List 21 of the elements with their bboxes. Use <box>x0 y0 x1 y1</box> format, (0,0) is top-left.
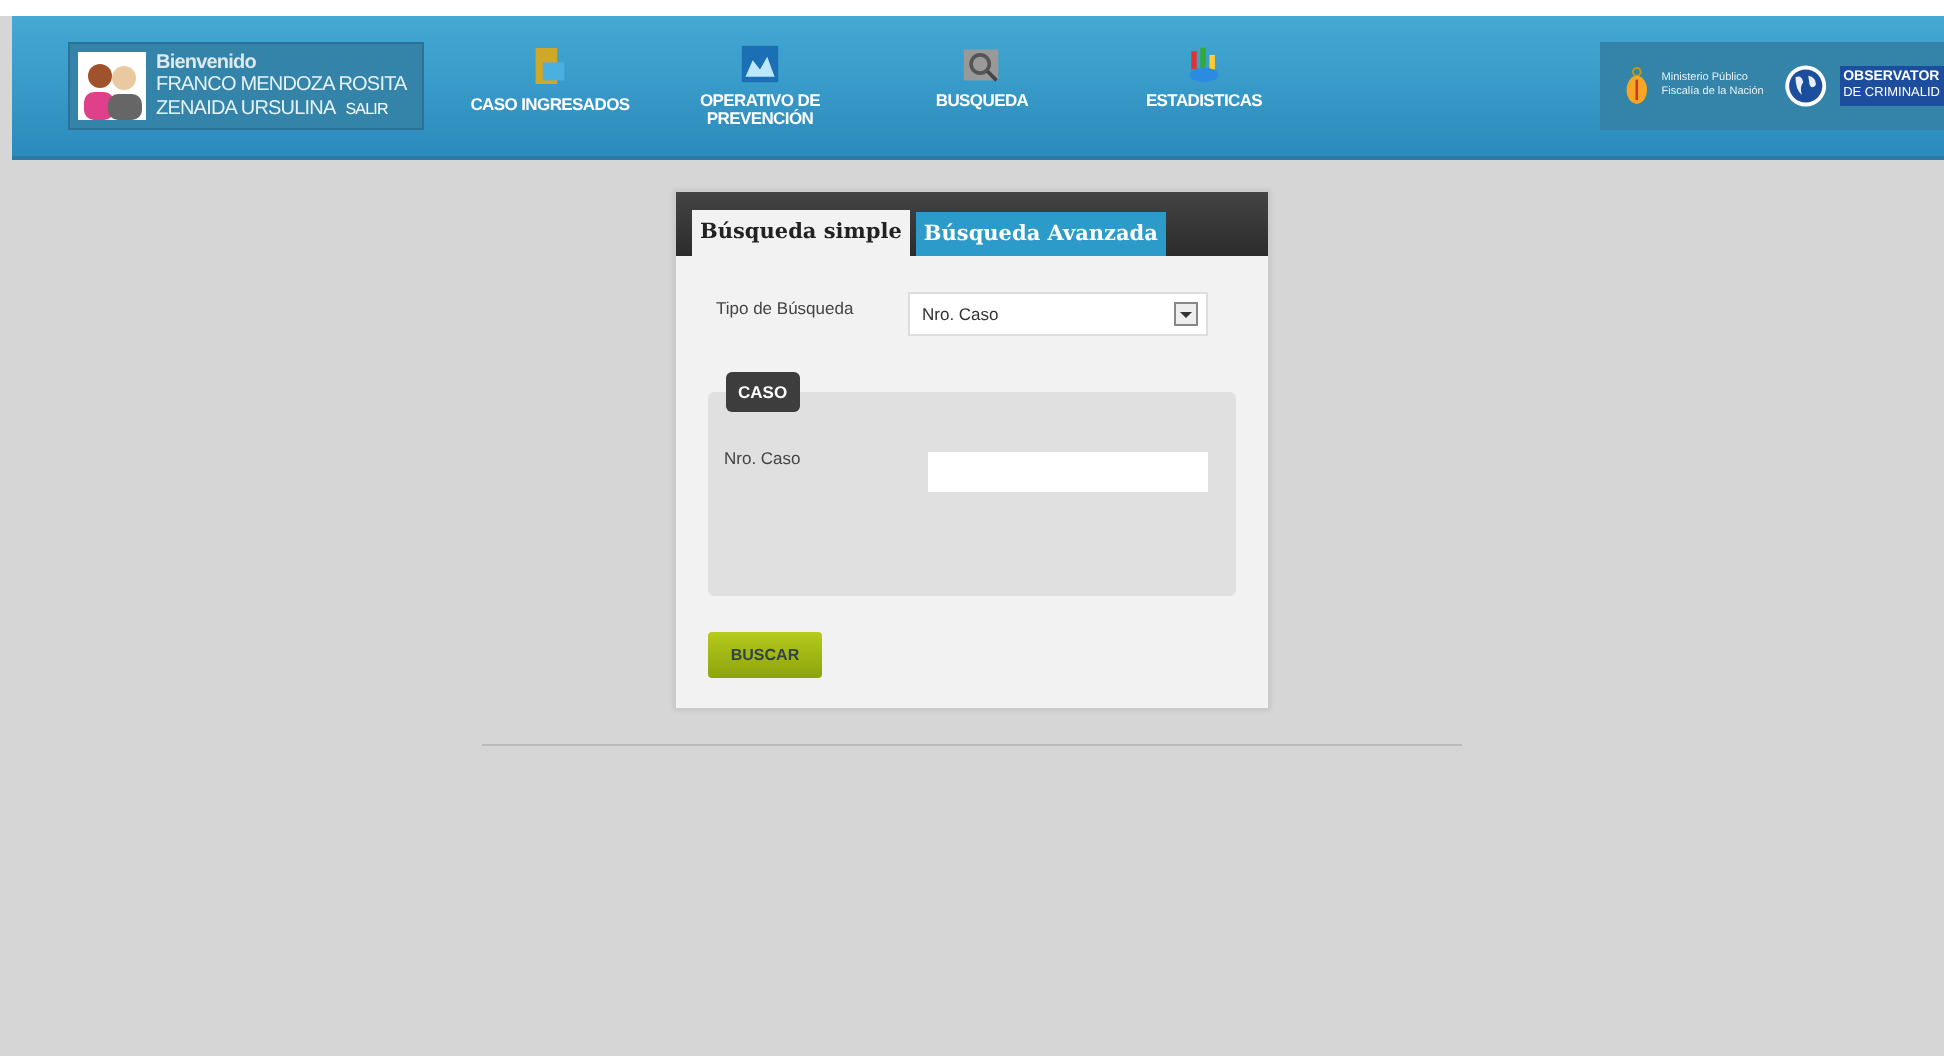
users-icon <box>78 52 146 120</box>
search-icon <box>962 44 1002 84</box>
chart-icon <box>1184 44 1224 84</box>
field-label: Nro. Caso <box>724 448 801 472</box>
case-number-input[interactable] <box>928 452 1208 492</box>
search-type-dropdown[interactable]: Nro. Caso <box>908 292 1208 336</box>
dropdown-icon <box>1174 302 1198 326</box>
user-name: ZENAIDA URSULINA <box>156 97 336 121</box>
nav-item[interactable]: CASO INGRESADOS <box>432 44 668 128</box>
fieldset-legend: CASO <box>726 372 800 412</box>
nav-item[interactable]: BUSQUEDA <box>852 44 1112 128</box>
logout-link[interactable]: SALIR <box>345 97 388 121</box>
nav-item[interactable]: ESTADISTICAS <box>1112 44 1296 128</box>
field-label: Tipo de Búsqueda <box>716 298 854 318</box>
tab[interactable]: Búsqueda Avanzada <box>915 212 1166 256</box>
welcome-text: Bienvenido <box>156 51 258 75</box>
nav-item[interactable]: OPERATIVO DE PREVENCIÓN <box>668 44 852 128</box>
folder-icon <box>532 44 568 88</box>
user-name: FRANCO MENDOZA ROSITA <box>156 74 407 98</box>
search-button[interactable]: BUSCAR <box>708 632 822 678</box>
tab[interactable]: Búsqueda simple <box>692 210 910 256</box>
